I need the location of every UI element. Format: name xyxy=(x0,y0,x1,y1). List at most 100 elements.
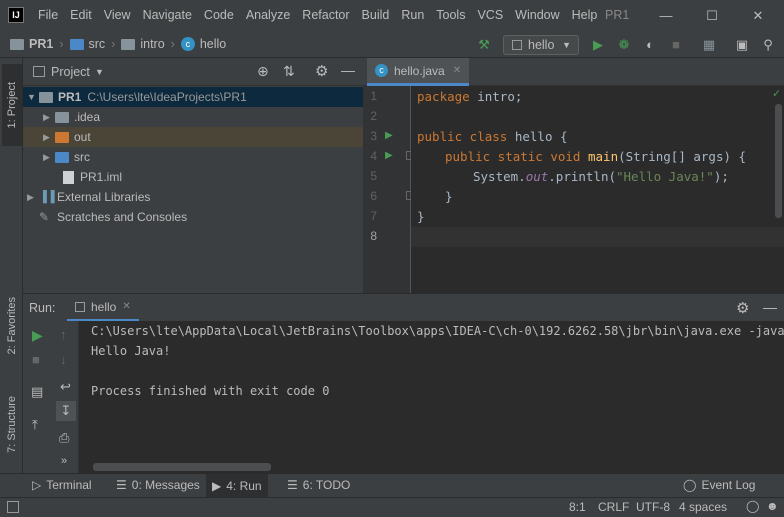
project-panel-title[interactable]: Project xyxy=(51,65,90,79)
breadcrumb-intro[interactable]: intro xyxy=(140,37,164,51)
more-icon[interactable]: » xyxy=(61,455,67,467)
console-scrollbar[interactable] xyxy=(93,463,271,471)
menu-analyze[interactable]: Analyze xyxy=(246,8,290,22)
code-line-1: package intro; xyxy=(417,89,522,104)
close-tab-icon[interactable]: ✕ xyxy=(122,301,130,312)
run-label: 4: Run xyxy=(226,478,262,493)
code-editor[interactable]: package intro; public class hello { publ… xyxy=(411,86,784,293)
intellij-logo-icon: IJ xyxy=(8,7,24,23)
breadcrumb-separator: › xyxy=(170,37,175,51)
code-line-4: public static void main(String[] args) { xyxy=(445,149,746,164)
expand-arrow-icon[interactable]: ▶ xyxy=(27,192,39,203)
expand-arrow-icon[interactable]: ▶ xyxy=(43,132,55,143)
hide-panel-icon[interactable]: — xyxy=(341,62,355,78)
close-tab-icon[interactable]: ✕ xyxy=(453,65,461,76)
close-window-button[interactable]: ✕ xyxy=(748,6,768,26)
soft-wrap-icon[interactable]: ↩ xyxy=(60,379,71,395)
menu-view[interactable]: View xyxy=(104,8,131,22)
breadcrumb-pr1[interactable]: PR1 xyxy=(29,37,53,51)
todo-label: 6: TODO xyxy=(302,478,351,492)
menu-tools[interactable]: Tools xyxy=(436,8,465,22)
breadcrumb-hello[interactable]: hello xyxy=(200,37,226,51)
tree-item-root[interactable]: ▼ PR1 C:\Users\lte\IdeaProjects\PR1 xyxy=(23,87,363,107)
maximize-button[interactable]: ☐ xyxy=(702,6,722,26)
file-encoding[interactable]: UTF-8 xyxy=(636,500,670,514)
lock-icon[interactable]: ◯ xyxy=(746,499,759,513)
project-folder-icon xyxy=(10,38,24,50)
project-structure-icon[interactable]: ▦ xyxy=(701,37,717,53)
menu-code[interactable]: Code xyxy=(204,8,234,22)
console-output[interactable]: C:\Users\lte\AppData\Local\JetBrains\Too… xyxy=(79,321,784,473)
scroll-to-end-icon[interactable]: ↧ xyxy=(56,401,76,421)
gear-icon[interactable]: ⚙ xyxy=(315,62,328,80)
debug-button[interactable]: ❁ xyxy=(616,37,632,53)
run-with-coverage-button[interactable]: ◐ xyxy=(642,37,658,53)
menu-vcs[interactable]: VCS xyxy=(477,8,503,22)
line-number: 7 xyxy=(370,209,377,223)
menu-run[interactable]: Run xyxy=(401,8,424,22)
presentation-icon[interactable]: ▣ xyxy=(734,37,750,53)
menu-file[interactable]: File xyxy=(38,8,58,22)
search-icon[interactable]: ⚲ xyxy=(760,37,776,53)
expand-arrow-icon[interactable]: ▶ xyxy=(43,112,55,123)
down-arrow-icon[interactable]: ↓ xyxy=(60,352,67,367)
tree-item-src[interactable]: ▶ src xyxy=(23,147,363,167)
rerun-icon[interactable]: ▶ xyxy=(32,327,43,344)
run-tab-label: hello xyxy=(91,299,117,314)
messages-tab[interactable]: ☰ 0: Messages xyxy=(116,478,200,492)
code-line-3: public class hello { xyxy=(417,129,568,144)
collapse-all-icon[interactable]: ⇅ xyxy=(283,63,295,80)
toggle-tool-windows-icon[interactable] xyxy=(7,501,19,513)
run-configuration-select[interactable]: hello ▼ xyxy=(503,35,579,55)
terminal-tab[interactable]: ▷ Terminal xyxy=(32,478,92,492)
gear-icon[interactable]: ⚙ xyxy=(736,299,749,317)
chevron-down-icon[interactable]: ▼ xyxy=(95,67,104,77)
pin-icon[interactable]: ⤒ xyxy=(32,417,38,433)
menu-refactor[interactable]: Refactor xyxy=(302,8,349,22)
breadcrumb-separator: › xyxy=(111,37,116,51)
run-gutter-icon[interactable]: ▶ xyxy=(385,150,393,161)
menu-build[interactable]: Build xyxy=(362,8,390,22)
caret-position[interactable]: 8:1 xyxy=(569,500,586,514)
run-tool-tab[interactable]: ▶ 4: Run xyxy=(206,474,268,497)
structure-tool-tab[interactable]: 7: Structure xyxy=(2,384,22,464)
code-text: System. xyxy=(473,169,526,184)
layout-icon[interactable]: ▤ xyxy=(31,384,43,400)
project-tool-tab[interactable]: 1: Project xyxy=(2,64,22,146)
tree-item-out[interactable]: ▶ out xyxy=(23,127,363,147)
minimize-button[interactable]: — xyxy=(656,6,676,26)
expand-arrow-icon[interactable]: ▼ xyxy=(27,92,39,102)
stop-icon[interactable]: ■ xyxy=(32,352,40,367)
code-text: ); xyxy=(713,169,729,184)
breadcrumb-src[interactable]: src xyxy=(89,37,106,51)
event-log-tab[interactable]: ◯ Event Log xyxy=(683,478,755,492)
menu-edit[interactable]: Edit xyxy=(70,8,92,22)
inspector-icon[interactable]: ☻ xyxy=(766,499,779,513)
tree-item-idea[interactable]: ▶ .idea xyxy=(23,107,363,127)
run-button[interactable]: ▶ xyxy=(590,37,606,53)
build-hammer-icon[interactable]: ⚒ xyxy=(476,37,492,53)
menu-window[interactable]: Window xyxy=(515,8,559,22)
hide-panel-icon[interactable]: — xyxy=(763,299,777,315)
tree-item-scratches[interactable]: ✎ Scratches and Consoles xyxy=(23,207,363,227)
stop-button[interactable]: ■ xyxy=(668,37,684,53)
menu-navigate[interactable]: Navigate xyxy=(143,8,192,22)
line-separator[interactable]: CRLF xyxy=(598,500,629,514)
todo-tab[interactable]: ☰ 6: TODO xyxy=(287,478,350,492)
tree-item-external-libraries[interactable]: ▶ ▐▐ External Libraries xyxy=(23,187,363,207)
menu-help[interactable]: Help xyxy=(572,8,598,22)
inspection-ok-icon[interactable]: ✓ xyxy=(773,86,780,100)
run-tab-hello[interactable]: hello ✕ xyxy=(67,294,139,322)
expand-arrow-icon[interactable]: ▶ xyxy=(43,152,55,163)
indent-setting[interactable]: 4 spaces xyxy=(679,500,727,514)
editor-scrollbar[interactable] xyxy=(775,104,782,218)
tree-item-iml[interactable]: PR1.iml xyxy=(23,167,363,187)
code-line-5: System.out.println("Hello Java!"); xyxy=(473,169,729,184)
favorites-tool-tab[interactable]: 2: Favorites xyxy=(2,286,22,366)
messages-label: 0: Messages xyxy=(131,478,200,492)
run-gutter-icon[interactable]: ▶ xyxy=(385,130,393,141)
print-icon[interactable]: ⎙ xyxy=(59,430,69,446)
locate-target-icon[interactable]: ⊕ xyxy=(257,63,269,80)
up-arrow-icon[interactable]: ↑ xyxy=(60,327,67,342)
tab-hello-java[interactable]: c hello.java ✕ xyxy=(367,58,470,86)
